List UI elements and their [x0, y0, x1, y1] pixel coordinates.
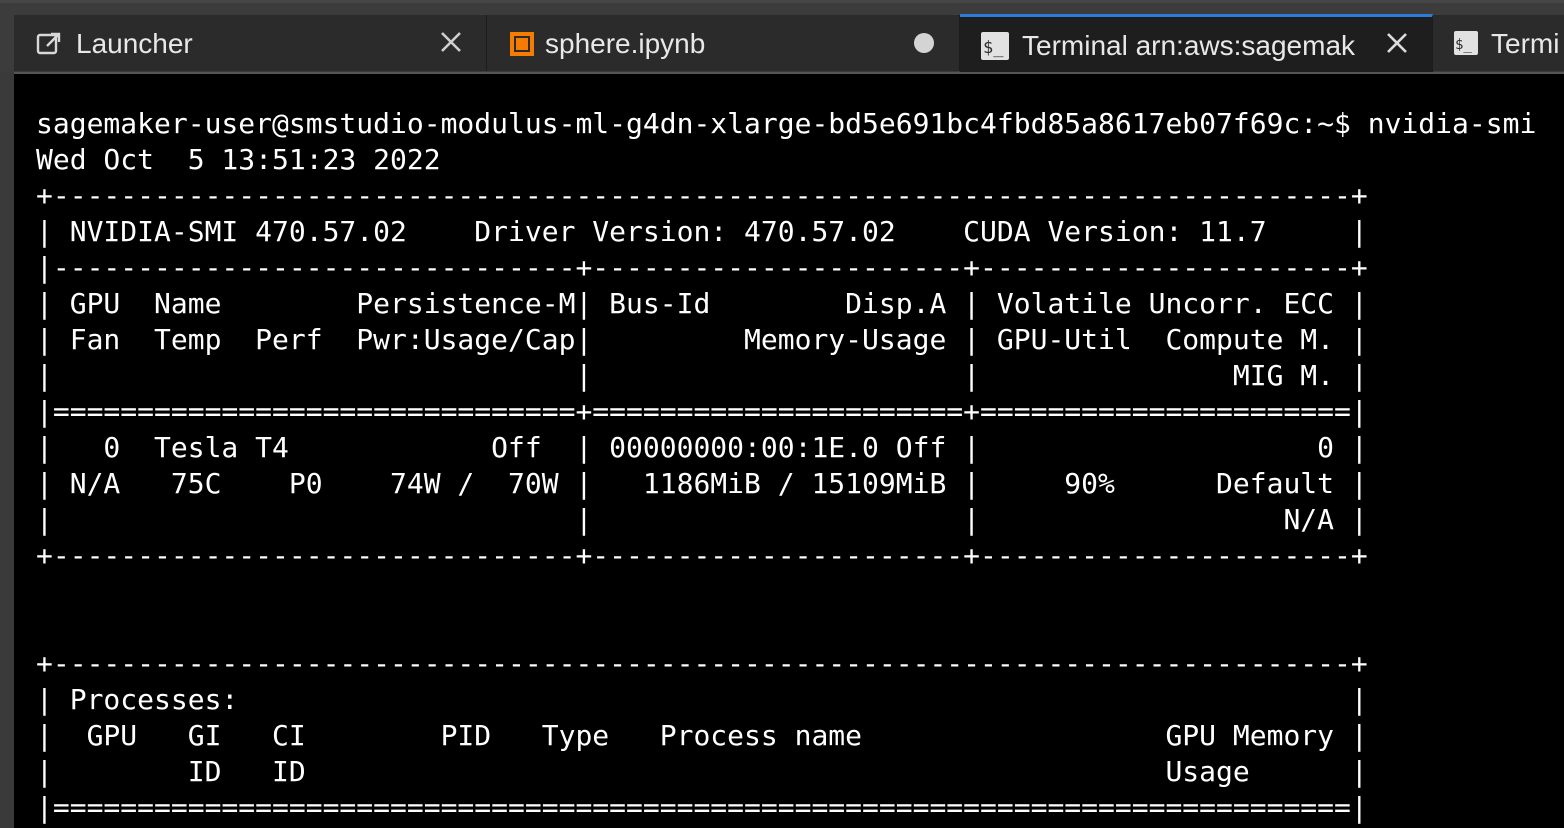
tab-terminal-2[interactable]: $_ Termi [1433, 15, 1564, 71]
terminal-output[interactable]: sagemaker-user@smstudio-modulus-ml-g4dn-… [36, 106, 1536, 828]
smi-gpu-row: | 0 Tesla T4 Off | 00000000:00:1E.0 Off … [36, 431, 1368, 464]
smi-gpu-row: | | | N/A | [36, 503, 1368, 536]
terminal-date-line: Wed Oct 5 13:51:23 2022 [36, 143, 441, 176]
terminal-line: |===============================+=======… [36, 395, 1368, 428]
smi-gpu-row: | N/A 75C P0 74W / 70W | 1186MiB / 15109… [36, 467, 1368, 500]
smi-header-line: | | | MIG M. | [36, 359, 1368, 392]
tab-label: Terminal arn:aws:sagemak [1022, 30, 1356, 61]
unsaved-dot-icon[interactable] [911, 29, 937, 55]
terminal-prompt-line: sagemaker-user@smstudio-modulus-ml-g4dn-… [36, 107, 1537, 140]
smi-header-line: | GPU Name Persistence-M| Bus-Id Disp.A … [36, 287, 1368, 320]
terminal-icon: $_ [1454, 31, 1478, 55]
terminal-line: |=======================================… [36, 791, 1368, 824]
svg-text:$_: $_ [983, 38, 1004, 58]
close-icon[interactable] [438, 29, 464, 55]
tab-bar: Launcher sphere.ipynb $_ Terminal arn:aw… [0, 0, 1564, 72]
tab-launcher[interactable]: Launcher [14, 15, 487, 71]
smi-version-line: | NVIDIA-SMI 470.57.02 Driver Version: 4… [36, 215, 1368, 248]
terminal-line: |-------------------------------+-------… [36, 251, 1368, 284]
smi-header-line: | Fan Temp Perf Pwr:Usage/Cap| Memory-Us… [36, 323, 1368, 356]
terminal-line: +---------------------------------------… [36, 179, 1368, 212]
terminal-line: +-------------------------------+-------… [36, 539, 1368, 572]
smi-processes-header: | ID ID Usage | [36, 755, 1368, 788]
tab-label: Termi [1491, 28, 1560, 59]
smi-processes-title: | Processes: | [36, 683, 1368, 716]
terminal-line: +---------------------------------------… [36, 647, 1368, 680]
close-icon[interactable] [1384, 30, 1410, 56]
launcher-icon [36, 32, 61, 55]
tab-label: Launcher [76, 28, 193, 59]
svg-text:$_: $_ [1455, 37, 1472, 53]
notebook-icon [510, 32, 534, 56]
tab-bar-top-edge [0, 0, 1564, 3]
terminal-left-gutter [0, 72, 14, 828]
tab-sphere-notebook[interactable]: sphere.ipynb [487, 15, 960, 71]
tab-terminal-active[interactable]: $_ Terminal arn:aws:sagemak [960, 14, 1433, 72]
smi-processes-header: | GPU GI CI PID Type Process name GPU Me… [36, 719, 1368, 752]
terminal-icon: $_ [981, 32, 1009, 60]
tab-label: sphere.ipynb [545, 28, 706, 59]
